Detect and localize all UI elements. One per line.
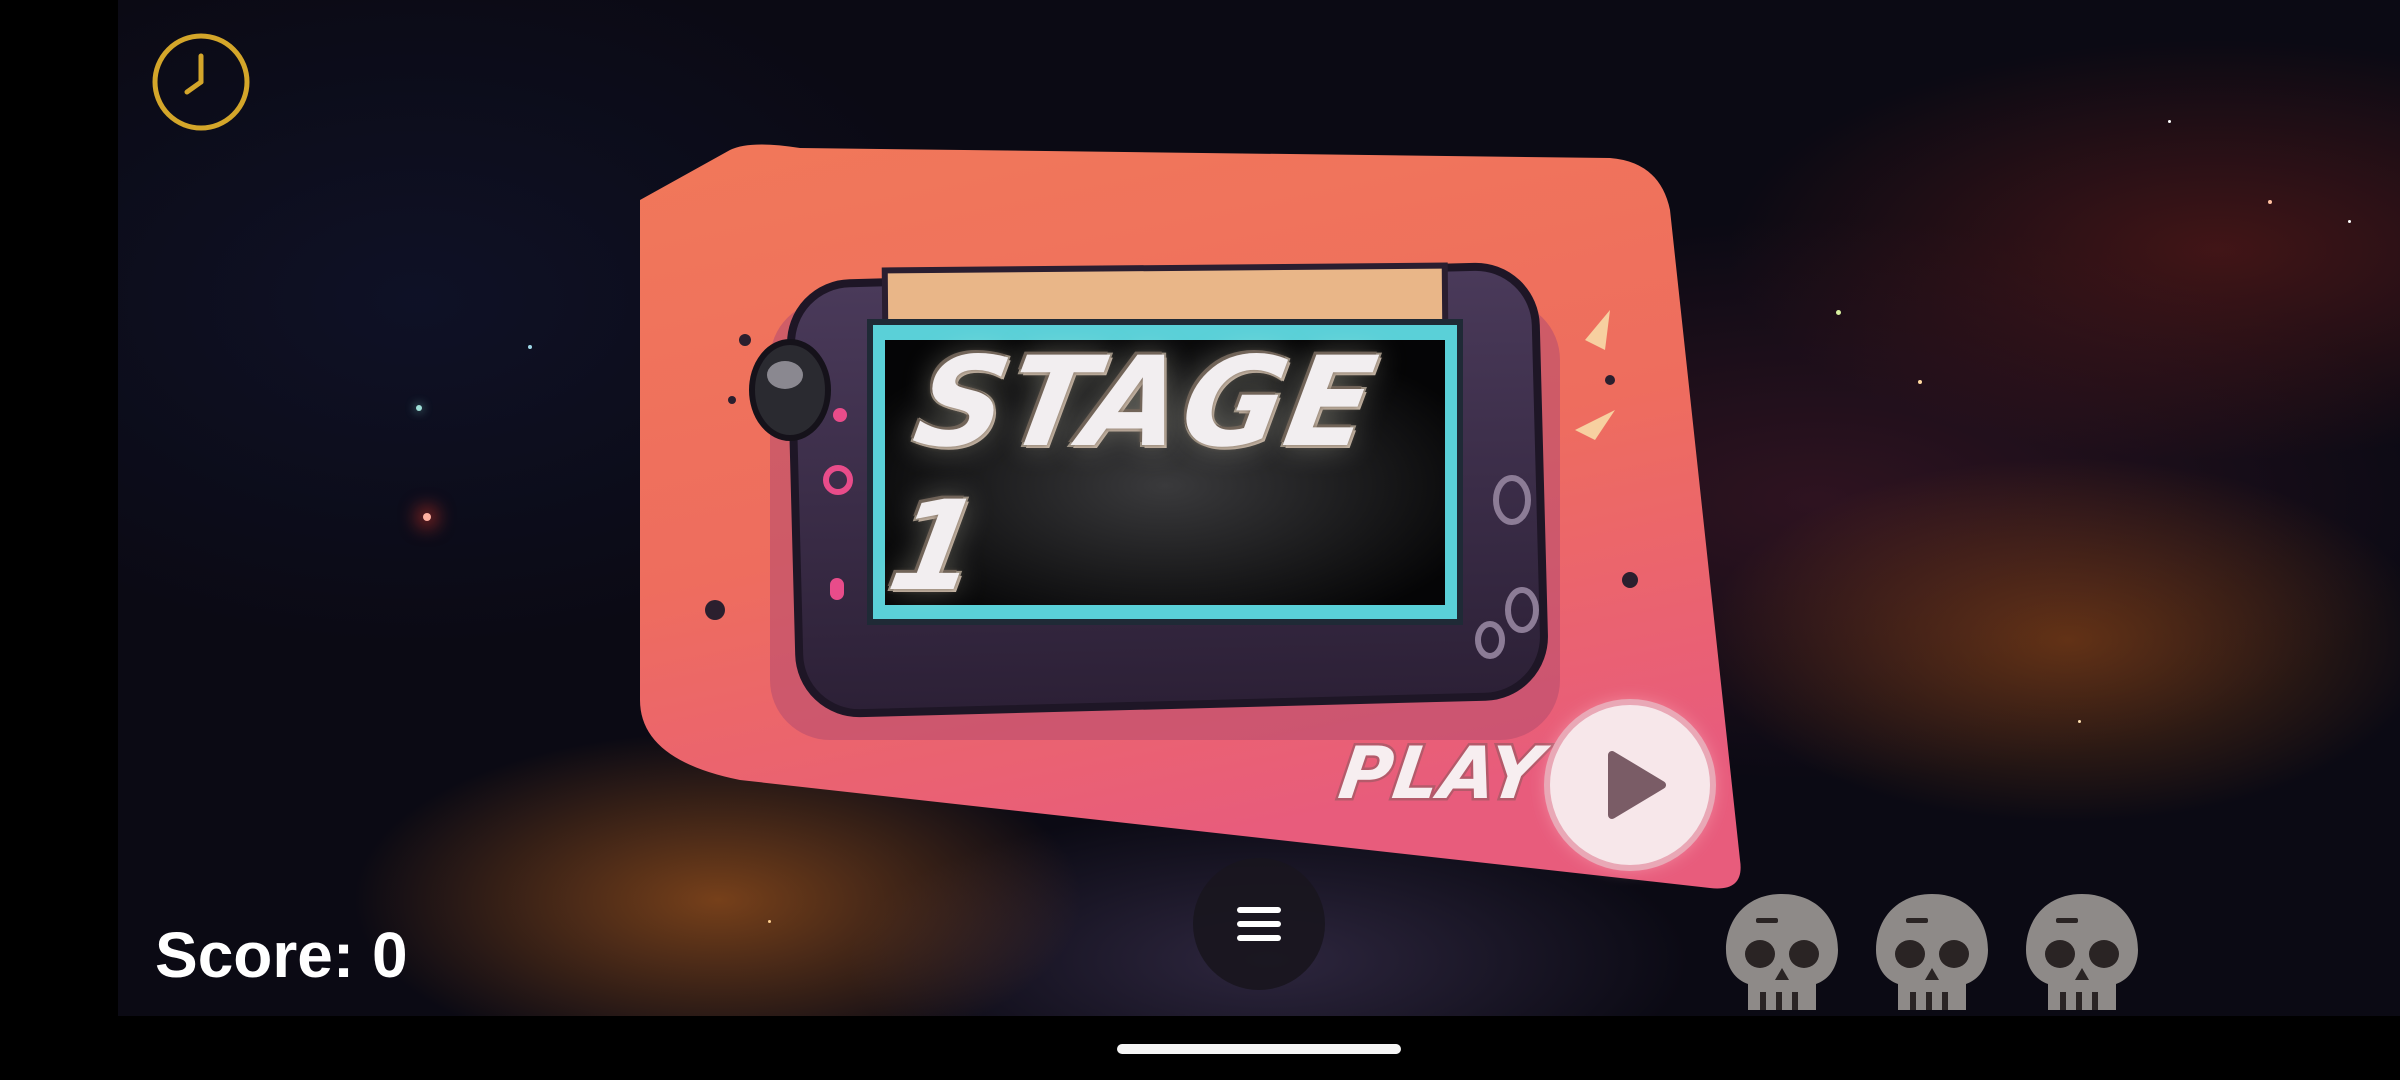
star [423,513,431,521]
skull-icon [1720,888,1844,1016]
play-button[interactable]: PLAY [1332,695,1730,875]
star [1836,310,1841,315]
score-label: Score: 0 [155,919,408,991]
skull-icon [2020,888,2144,1016]
home-indicator[interactable] [1117,1044,1401,1054]
star [768,920,771,923]
star [416,405,422,411]
timer-button[interactable] [151,32,251,132]
star [1918,380,1922,384]
star [2348,220,2351,223]
clock-icon [152,33,250,131]
play-icon [1608,751,1666,819]
star [2078,720,2081,723]
game-screen: STAGE 1 PLAY Score: 0 [0,0,2400,1080]
menu-button[interactable] [1193,858,1325,990]
stage-title: STAGE 1 [878,329,1390,621]
play-label: PLAY [1332,729,1551,818]
skull-icon [1870,888,1994,1016]
star [2168,120,2171,123]
play-icon-circle [1550,705,1710,865]
hamburger-menu-icon [1237,907,1281,941]
star [528,345,532,349]
star [2268,200,2272,204]
